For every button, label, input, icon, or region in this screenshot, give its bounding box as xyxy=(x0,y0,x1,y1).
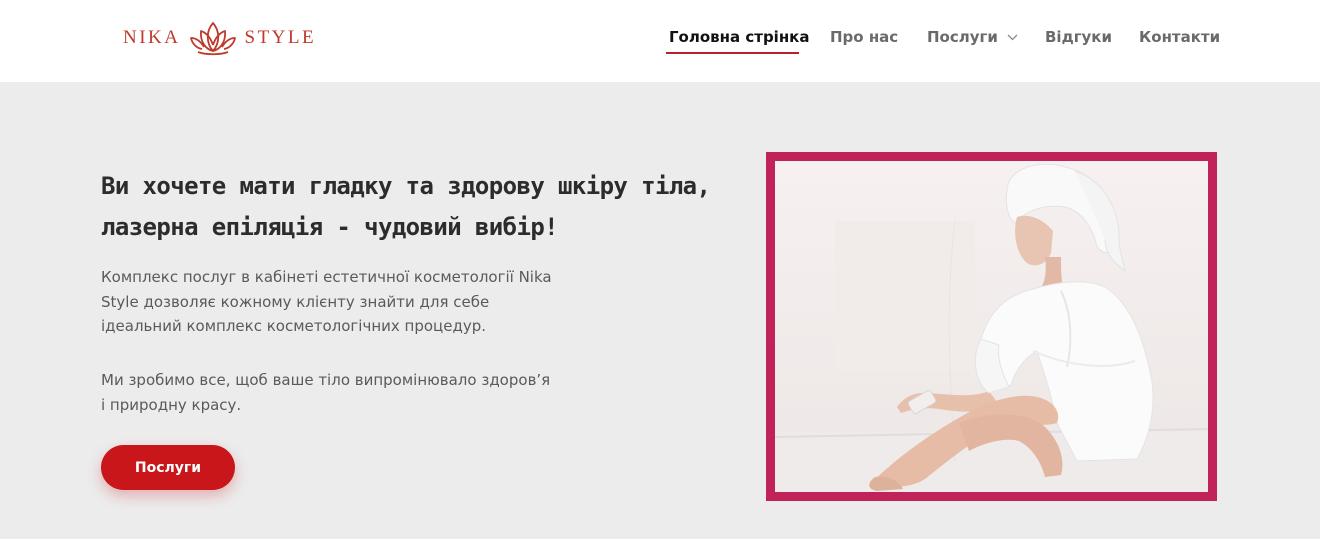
hero-headline-line: лазерна епіляція - чудовий вибір! xyxy=(101,213,559,241)
nav-item-about[interactable]: Про нас xyxy=(830,26,898,50)
hero-description-line: ідеальний комплекс косметологічних проце… xyxy=(101,317,487,335)
woman-in-bathrobe-illustration xyxy=(775,161,1208,492)
nav-item-home[interactable]: Головна стрінка xyxy=(669,26,810,50)
hero-promise: Ми зробимо все, щоб ваше тіло випромінюв… xyxy=(101,368,571,417)
hero-description: Комплекс послуг в кабінеті естетичної ко… xyxy=(101,265,571,339)
active-nav-underline xyxy=(666,52,799,54)
nav-item-services[interactable]: Послуги xyxy=(927,26,1018,50)
nav-item-contacts[interactable]: Контакти xyxy=(1139,26,1220,50)
hero-description-line: Style дозволяє кожному клієнту знайти дл… xyxy=(101,292,490,311)
hero-description-line: Комплекс послуг в кабінеті естетичної ко… xyxy=(101,268,552,286)
hero-promise-line: і природну красу. xyxy=(101,395,242,414)
chevron-down-icon xyxy=(1007,34,1018,41)
nav-item-reviews[interactable]: Відгуки xyxy=(1045,26,1112,50)
hero-headline: Ви хочете мати гладку та здорову шкіру т… xyxy=(101,166,711,248)
hero-headline-line: Ви хочете мати гладку та здорову шкіру т… xyxy=(101,172,711,200)
hero-photo xyxy=(766,152,1217,501)
main-nav: Головна стрінка Про нас Послуги Відгуки … xyxy=(0,0,1320,82)
hero-promise-line: Ми зробимо все, щоб ваше тіло випромінюв… xyxy=(101,371,551,389)
services-button[interactable]: Послуги xyxy=(101,445,235,490)
site-header: NIKA STYLE Головна стрінка Про нас Послу… xyxy=(0,0,1320,82)
nav-item-services-label: Послуги xyxy=(927,28,998,46)
